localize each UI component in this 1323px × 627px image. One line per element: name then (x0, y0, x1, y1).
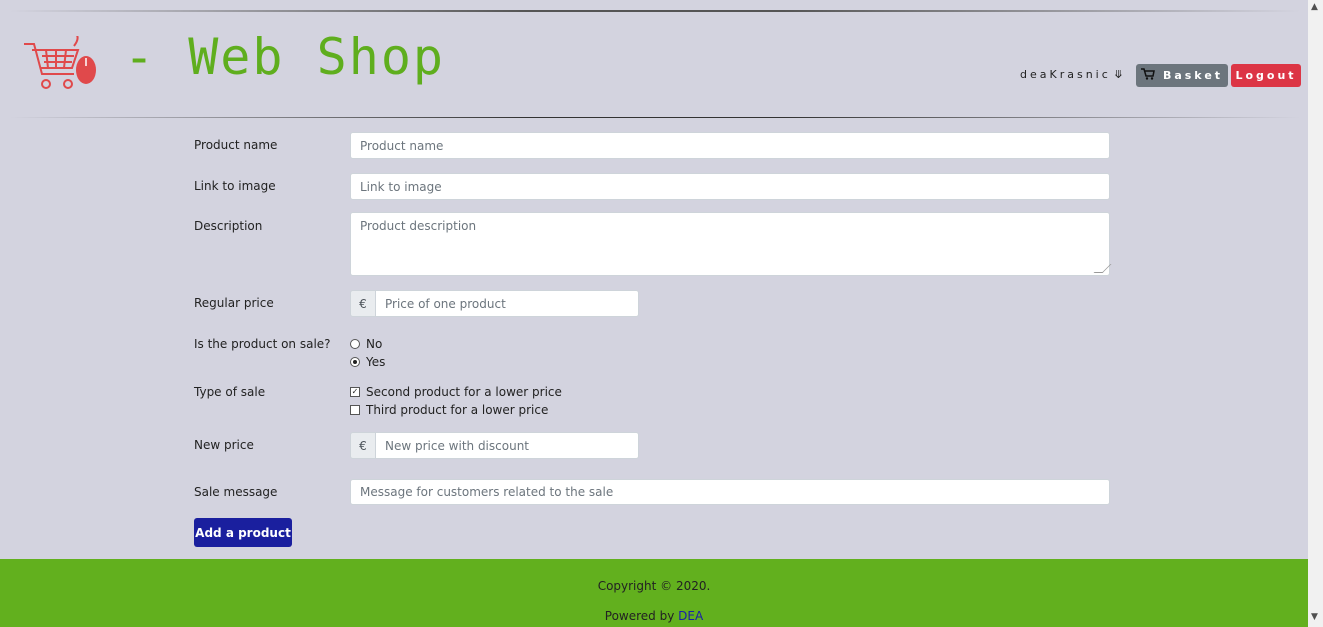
sale-message-label: Sale message (194, 485, 278, 499)
on-sale-label: Is the product on sale? (194, 337, 331, 351)
on-sale-yes-option[interactable]: Yes (350, 355, 385, 369)
sale-type-second-option[interactable]: ✓ Second product for a lower price (350, 385, 562, 399)
new-price-placeholder: New price with discount (385, 438, 529, 453)
logout-button[interactable]: Logout (1231, 64, 1301, 87)
sale-type-third-option[interactable]: Third product for a lower price (350, 403, 548, 417)
copyright-text: Copyright © 2020. (597, 579, 711, 593)
on-sale-no-label: No (366, 337, 383, 351)
product-name-input[interactable]: Product name (350, 132, 1110, 159)
new-price-label: New price (194, 438, 254, 452)
currency-prefix: € (350, 432, 376, 459)
regular-price-group: € Price of one product (350, 290, 639, 317)
checkbox-second-checked[interactable]: ✓ (350, 387, 360, 397)
scroll-up-icon[interactable]: ▲ (1311, 2, 1318, 12)
user-menu[interactable]: deaKrasnic ⤋ (1020, 68, 1126, 81)
page: - Web Shop deaKrasnic ⤋ Basket Logout Pr… (0, 0, 1308, 627)
on-sale-no-option[interactable]: No (350, 337, 382, 351)
regular-price-placeholder: Price of one product (385, 296, 506, 311)
new-price-input[interactable]: New price with discount (376, 432, 639, 459)
sale-type-second-label: Second product for a lower price (366, 385, 562, 399)
image-link-input[interactable]: Link to image (350, 173, 1110, 200)
cart-icon (1140, 68, 1155, 83)
logout-label: Logout (1235, 69, 1297, 82)
image-link-label: Link to image (194, 179, 276, 193)
on-sale-yes-label: Yes (366, 355, 386, 369)
radio-yes[interactable] (350, 357, 360, 367)
basket-button[interactable]: Basket (1136, 64, 1228, 87)
resize-handle-icon[interactable] (1093, 264, 1112, 273)
product-name-placeholder: Product name (360, 138, 444, 153)
description-placeholder: Product description (360, 219, 477, 233)
product-name-label: Product name (194, 138, 278, 152)
vertical-scrollbar[interactable]: ▲ ▼ (1308, 0, 1323, 627)
powered-prefix: Powered by (604, 609, 675, 623)
description-textarea[interactable]: Product description (350, 212, 1112, 276)
image-link-placeholder: Link to image (360, 179, 442, 194)
dea-link[interactable]: DEA (678, 609, 703, 623)
currency-prefix: € (350, 290, 376, 317)
radio-no[interactable] (350, 339, 360, 349)
scroll-down-icon[interactable]: ▼ (1311, 612, 1318, 622)
basket-label: Basket (1162, 69, 1224, 82)
top-divider (10, 10, 1300, 12)
regular-price-input[interactable]: Price of one product (376, 290, 639, 317)
description-label: Description (194, 219, 263, 233)
regular-price-label: Regular price (194, 296, 274, 310)
chevron-down-icon: ⤋ (1113, 68, 1126, 81)
header-divider (10, 117, 1300, 118)
footer: Copyright © 2020. Powered by DEA (0, 559, 1308, 627)
username: deaKrasnic (1020, 68, 1111, 81)
sale-type-label: Type of sale (194, 385, 266, 399)
sale-message-placeholder: Message for customers related to the sal… (360, 485, 614, 499)
sale-type-third-label: Third product for a lower price (366, 403, 549, 417)
brand-title: - Web Shop (124, 28, 446, 86)
new-price-group: € New price with discount (350, 432, 639, 459)
checkbox-third[interactable] (350, 405, 360, 415)
powered-by: Powered by DEA (0, 609, 1308, 623)
sale-message-input[interactable]: Message for customers related to the sal… (350, 479, 1110, 505)
cart-logo-icon[interactable] (22, 33, 100, 96)
add-product-button[interactable]: Add a product (194, 518, 292, 547)
